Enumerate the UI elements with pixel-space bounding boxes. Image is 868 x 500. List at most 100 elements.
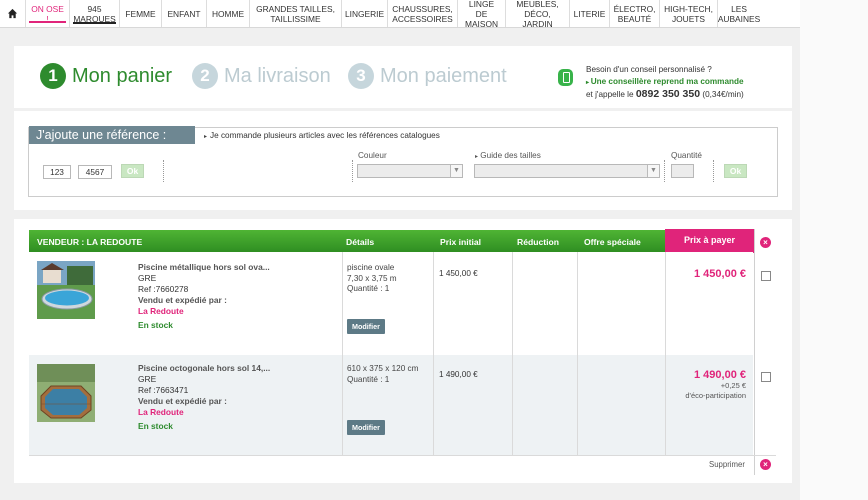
column-divider — [665, 252, 666, 455]
detail-quantity: Quantité : 1 — [347, 284, 390, 293]
separator — [352, 160, 353, 182]
column-divider — [577, 252, 578, 455]
nav-item-literie[interactable]: LITERIE — [570, 0, 610, 27]
help-text: Besoin d'un conseil personnalisé ? ▸ Une… — [586, 64, 786, 101]
nav-item-femme[interactable]: FEMME — [120, 0, 162, 27]
detail-line: 610 x 375 x 120 cm — [347, 364, 419, 373]
nav-item-grandes-tailles[interactable]: GRANDES TAILLES, TAILLISSIME — [250, 0, 342, 27]
quantite-input[interactable] — [671, 164, 694, 178]
nav-item-aubaines[interactable]: LES AUBAINES — [718, 0, 760, 27]
product-brand: GRE — [138, 374, 157, 384]
product-name-link[interactable]: Piscine métallique hors sol ova... — [138, 262, 270, 273]
nav-item-homme[interactable]: HOMME — [207, 0, 250, 27]
nav-item-linge-maison[interactable]: LINGE DE MAISON — [458, 0, 506, 29]
top-navigation: ON OSE ! 945 MARQUES FEMME ENFANT HOMME … — [0, 0, 800, 29]
header-vendor: VENDEUR : LA REDOUTE — [37, 237, 143, 247]
nav-item-meubles[interactable]: MEUBLES, DÉCO, JARDIN — [506, 0, 570, 29]
delete-selected-icon[interactable]: × — [760, 459, 771, 470]
product-image-oval-pool[interactable] — [37, 261, 95, 319]
step-label: Mon paiement — [380, 64, 507, 87]
product-name-link[interactable]: Piscine octogonale hors sol 14,... — [138, 363, 270, 374]
price-to-pay: 1 490,00 € +0,25 € d'éco-participation — [640, 369, 746, 401]
column-divider — [433, 252, 434, 455]
step-label: Mon panier — [72, 64, 173, 87]
product-info: Piscine métallique hors sol ova... GRE R… — [138, 262, 270, 331]
multi-reference-link[interactable]: ▸ Je commande plusieurs articles avec les… — [204, 131, 440, 140]
column-divider — [512, 252, 513, 455]
delete-all-icon[interactable]: × — [760, 237, 771, 248]
product-brand: GRE — [138, 273, 157, 283]
quantite-label: Quantité — [671, 151, 702, 160]
couleur-label: Couleur — [358, 151, 387, 160]
phone-icon — [558, 69, 573, 86]
help-question: Besoin d'un conseil personnalisé ? — [586, 65, 712, 74]
eco-label: d'éco-participation — [685, 391, 746, 400]
nav-item-enfant[interactable]: ENFANT — [162, 0, 207, 27]
chevron-down-icon: ▼ — [450, 165, 462, 177]
ref-part1-input[interactable]: 123 — [43, 165, 71, 179]
step-number: 3 — [348, 63, 374, 89]
supprimer-link[interactable]: Supprimer — [709, 460, 745, 469]
nav-item-on-ose[interactable]: ON OSE ! — [26, 0, 70, 27]
initial-price: 1 450,00 € — [439, 269, 478, 278]
nav-item-marques[interactable]: 945 MARQUES — [70, 0, 120, 27]
step-ma-livraison: 2 Ma livraison — [192, 63, 331, 89]
taille-select[interactable]: ▼ — [474, 164, 660, 178]
detail-quantity: Quantité : 1 — [347, 374, 390, 384]
product-info: Piscine octogonale hors sol 14,... GRE R… — [138, 363, 270, 432]
nav-item-chaussures[interactable]: CHAUSSURES, ACCESSOIRES — [388, 0, 458, 27]
right-margin — [800, 0, 868, 500]
reference-title: J'ajoute une référence : — [29, 126, 195, 144]
seller-link[interactable]: La Redoute — [138, 306, 270, 317]
phone-number: 0892 350 350 — [635, 88, 701, 100]
detail-line: piscine ovale — [347, 263, 395, 272]
nav-item-lingerie[interactable]: LINGERIE — [342, 0, 388, 27]
ref-part2-input[interactable]: 4567 — [78, 165, 112, 179]
step-number: 1 — [40, 63, 66, 89]
initial-price: 1 490,00 € — [439, 370, 478, 379]
header-reduction: Réduction — [517, 237, 560, 247]
add-ok-button[interactable]: Ok — [724, 164, 747, 178]
help-phone-line: et j'appelle le 0892 350 350 (0,34€/min) — [586, 88, 744, 100]
column-divider — [342, 252, 343, 455]
stock-status: En stock — [138, 421, 173, 431]
detail-line: 7,30 x 3,75 m — [347, 273, 397, 283]
chevron-down-icon: ▼ — [647, 165, 659, 177]
step-number: 2 — [192, 63, 218, 89]
seller-link[interactable]: La Redoute — [138, 407, 270, 418]
select-column — [754, 229, 776, 475]
price-to-pay: 1 450,00 € — [668, 268, 746, 280]
product-details: 610 x 375 x 120 cm Quantité : 1 — [347, 364, 418, 385]
separator — [664, 160, 665, 182]
select-checkbox[interactable] — [761, 372, 771, 382]
sold-by-label: Vendu et expédié par : — [138, 295, 227, 305]
stock-status: En stock — [138, 320, 173, 330]
ref-ok-button[interactable]: Ok — [121, 164, 144, 178]
cart-header: VENDEUR : LA REDOUTE Détails Prix initia… — [29, 230, 665, 252]
nav-item-electro[interactable]: ÉLECTRO, BEAUTÉ — [610, 0, 660, 27]
modify-button[interactable]: Modifier — [347, 420, 385, 435]
modify-button[interactable]: Modifier — [347, 319, 385, 334]
checkout-steps-panel: 1 Mon panier 2 Ma livraison 3 Mon paieme… — [14, 46, 792, 108]
guide-tailles-link[interactable]: ▸ Guide des tailles — [475, 151, 541, 160]
step-mon-paiement: 3 Mon paiement — [348, 63, 507, 89]
home-icon[interactable] — [0, 0, 26, 27]
header-offre-speciale: Offre spéciale — [584, 237, 641, 247]
header-prix-initial: Prix initial — [440, 237, 482, 247]
help-callback-link[interactable]: ▸ Une conseillère reprend ma commande — [586, 76, 786, 90]
product-ref: Ref :7660278 — [138, 284, 189, 294]
product-image-octagonal-pool[interactable] — [37, 364, 95, 422]
product-details: piscine ovale 7,30 x 3,75 m Quantité : 1 — [347, 263, 397, 295]
header-details: Détails — [346, 237, 375, 247]
divider — [29, 455, 776, 456]
eco-amount: +0,25 € — [720, 381, 746, 390]
couleur-select[interactable]: ▼ — [357, 164, 463, 178]
separator — [163, 160, 164, 182]
select-checkbox[interactable] — [761, 271, 771, 281]
price-value: 1 450,00 € — [694, 268, 746, 280]
price-value: 1 490,00 € — [694, 369, 746, 381]
header-prix-a-payer: Prix à payer — [665, 229, 754, 253]
product-ref: Ref :7663471 — [138, 385, 189, 395]
separator — [713, 160, 714, 182]
nav-item-high-tech[interactable]: HIGH-TECH, JOUETS — [660, 0, 718, 27]
